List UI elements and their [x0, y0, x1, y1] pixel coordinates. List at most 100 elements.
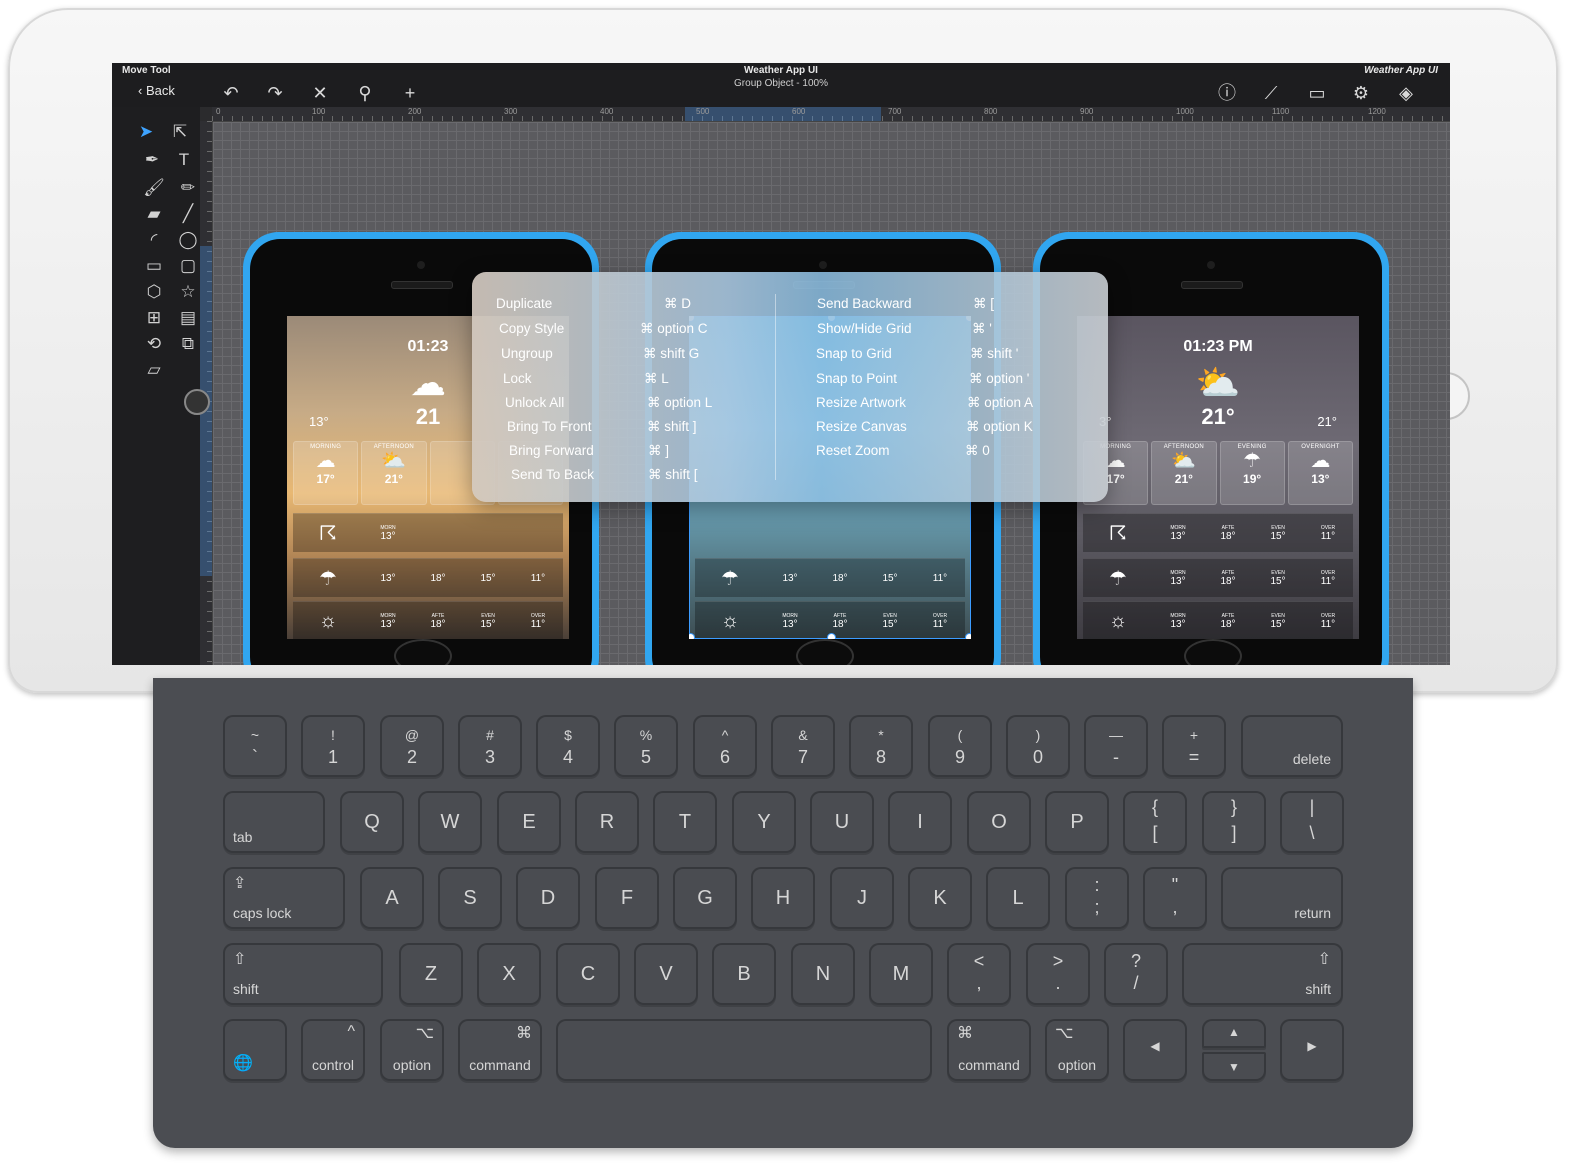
key-slash[interactable]: ? /: [1104, 943, 1168, 1005]
key-period[interactable]: >.: [1026, 943, 1090, 1005]
grid-tool-icon[interactable]: ⊞: [142, 307, 166, 329]
ruler-icon[interactable]: ⟋: [1258, 83, 1284, 103]
key-2[interactable]: @2: [380, 715, 444, 777]
arc-tool-icon[interactable]: ◜: [142, 229, 166, 251]
polygon-tool-icon[interactable]: ⬡: [142, 281, 166, 303]
key-6[interactable]: ^ 6: [693, 715, 757, 777]
gear-icon[interactable]: ⚙: [1348, 83, 1374, 103]
key-caps-lock[interactable]: ⇪ caps lock: [223, 867, 345, 929]
key-bracket-right[interactable]: }]: [1202, 791, 1266, 853]
key-comma[interactable]: <,: [947, 943, 1011, 1005]
key-w[interactable]: W: [418, 791, 482, 853]
key-control[interactable]: ^ control: [301, 1019, 365, 1081]
key-c[interactable]: C: [556, 943, 620, 1005]
key-g[interactable]: G: [673, 867, 737, 929]
key-s[interactable]: S: [438, 867, 502, 929]
add-icon[interactable]: +: [397, 83, 423, 103]
key-v[interactable]: V: [634, 943, 698, 1005]
text-tool-icon[interactable]: T: [172, 149, 196, 171]
key-i[interactable]: I: [888, 791, 952, 853]
key-option-left[interactable]: ⌥ option: [380, 1019, 444, 1081]
key-bracket-left[interactable]: {[: [1123, 791, 1187, 853]
key-l[interactable]: L: [986, 867, 1050, 929]
undo-icon[interactable]: ↶: [218, 83, 244, 103]
key-d[interactable]: D: [516, 867, 580, 929]
key-shift-right[interactable]: ⇧ shift: [1182, 943, 1343, 1005]
brush-tool-icon[interactable]: 🖌: [142, 177, 166, 199]
key-k[interactable]: K: [908, 867, 972, 929]
key-backslash[interactable]: | \: [1280, 791, 1344, 853]
layers-icon[interactable]: ◈: [1393, 83, 1419, 103]
direct-select-icon[interactable]: ⇱: [168, 121, 192, 143]
key-p[interactable]: P: [1045, 791, 1109, 853]
info-icon[interactable]: ⓘ: [1214, 83, 1240, 103]
key-semicolon[interactable]: :;: [1065, 867, 1129, 929]
key-arrow-up[interactable]: ▲: [1202, 1019, 1266, 1048]
key-h[interactable]: H: [751, 867, 815, 929]
move-tool-icon[interactable]: ➤: [134, 121, 158, 143]
key-label: caps lock: [233, 905, 292, 921]
resize-handle[interactable]: [965, 633, 971, 639]
key-y[interactable]: Y: [732, 791, 796, 853]
key-b[interactable]: B: [712, 943, 776, 1005]
stroke-color-swatch[interactable]: [184, 389, 210, 415]
pencil-tool-icon[interactable]: ✏: [176, 177, 200, 199]
key-equals[interactable]: + =: [1162, 715, 1226, 777]
key-8[interactable]: * 8: [849, 715, 913, 777]
key-o[interactable]: O: [967, 791, 1031, 853]
key-command-right[interactable]: ⌘ command: [947, 1019, 1031, 1081]
key-1[interactable]: ! 1: [301, 715, 365, 777]
key-globe[interactable]: 🌐: [223, 1019, 287, 1081]
star-tool-icon[interactable]: ☆: [176, 281, 200, 303]
key-command-left[interactable]: ⌘ command: [458, 1019, 542, 1081]
key-0[interactable]: ) 0: [1006, 715, 1070, 777]
key-j[interactable]: J: [830, 867, 894, 929]
key-shift-left[interactable]: ⇧ shift: [223, 943, 383, 1005]
key-z[interactable]: Z: [399, 943, 463, 1005]
key-space[interactable]: [556, 1019, 932, 1081]
rounded-rect-tool-icon[interactable]: ▢: [176, 255, 200, 277]
key-q[interactable]: Q: [340, 791, 404, 853]
resize-handle[interactable]: [827, 633, 836, 639]
key-n[interactable]: N: [791, 943, 855, 1005]
pen-tool-icon[interactable]: ✒: [140, 149, 164, 171]
crop-tool-icon[interactable]: ⧉: [176, 333, 200, 355]
key-u[interactable]: U: [810, 791, 874, 853]
key-arrow-left[interactable]: ◀: [1123, 1019, 1187, 1081]
key-3[interactable]: #3: [458, 715, 522, 777]
key-quote[interactable]: ",: [1143, 867, 1207, 929]
key-5[interactable]: % 5: [614, 715, 678, 777]
key-r[interactable]: R: [575, 791, 639, 853]
key-9[interactable]: (9: [928, 715, 992, 777]
key-e[interactable]: E: [497, 791, 561, 853]
artboards-icon[interactable]: ▭: [1304, 83, 1330, 103]
key-tab[interactable]: tab: [223, 791, 325, 853]
key-x[interactable]: X: [477, 943, 541, 1005]
key-4[interactable]: $4: [536, 715, 600, 777]
skew-tool-icon[interactable]: ▱: [142, 359, 166, 381]
key-a[interactable]: A: [360, 867, 424, 929]
back-button[interactable]: ‹ Back: [138, 83, 175, 98]
key-option-right[interactable]: ⌥ option: [1045, 1019, 1109, 1081]
key-7[interactable]: & 7: [771, 715, 835, 777]
resize-handle[interactable]: [689, 633, 695, 639]
key-backtick[interactable]: ~ `: [223, 715, 287, 777]
eraser-tool-icon[interactable]: ▰: [142, 203, 166, 225]
rectangle-tool-icon[interactable]: ▭: [142, 255, 166, 277]
key-t[interactable]: T: [653, 791, 717, 853]
key-arrow-right[interactable]: ▶: [1280, 1019, 1344, 1081]
line-tool-icon[interactable]: ╱: [176, 203, 200, 225]
key-arrow-down[interactable]: ▼: [1202, 1052, 1266, 1081]
key-delete[interactable]: delete: [1241, 715, 1343, 777]
key-f[interactable]: F: [595, 867, 659, 929]
close-icon[interactable]: ✕: [307, 83, 333, 103]
redo-icon[interactable]: ↷: [262, 83, 288, 103]
image-tool-icon[interactable]: ▤: [176, 307, 200, 329]
paperclip-icon[interactable]: ⚲: [352, 83, 378, 103]
key-return[interactable]: return: [1221, 867, 1343, 929]
transform-tool-icon[interactable]: ⟲: [142, 333, 166, 355]
shortcut-name: Snap to Grid: [816, 346, 892, 361]
key-minus[interactable]: — -: [1084, 715, 1148, 777]
key-m[interactable]: M: [869, 943, 933, 1005]
ellipse-tool-icon[interactable]: ◯: [176, 229, 200, 251]
